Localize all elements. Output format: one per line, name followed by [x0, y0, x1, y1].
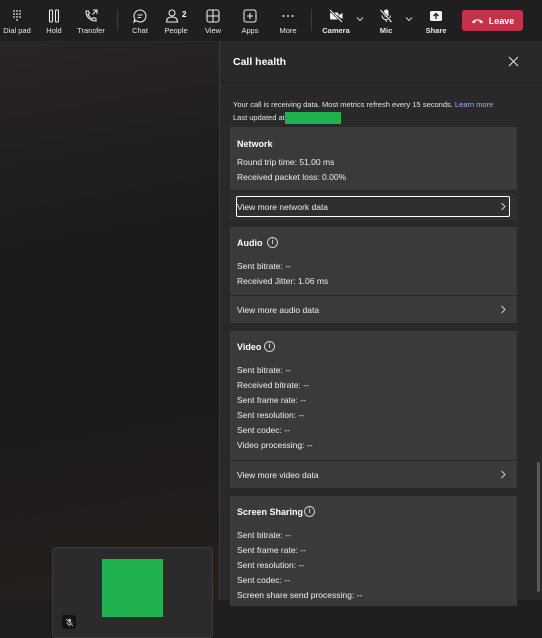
screen-sharing-section: Screen Sharing i Sent bitrate: -- Sent f… [230, 496, 517, 606]
people-count-badge: 2 [182, 10, 187, 19]
chevron-right-icon [501, 305, 506, 314]
view-more-video-button[interactable]: View more video data [230, 460, 517, 488]
mic-label: Mic [379, 26, 393, 35]
dialpad-icon [2, 4, 32, 26]
panel-title: Call health [233, 56, 287, 68]
view-more-video-label: View more video data [237, 470, 319, 480]
view-label: View [204, 26, 222, 35]
camera-options-chevron-icon[interactable] [355, 14, 365, 24]
self-video-placeholder [102, 559, 163, 617]
toolbar-divider [311, 9, 312, 31]
leave-label: Leave [488, 15, 515, 26]
share-send-processing: Screen share send processing: -- [237, 590, 363, 600]
view-icon [202, 4, 224, 26]
apps-button[interactable]: Apps [238, 4, 262, 38]
leave-button[interactable]: Leave [462, 10, 523, 31]
learn-more-link[interactable]: Learn more [455, 100, 493, 109]
mic-button[interactable]: Mic [374, 4, 398, 38]
video-sent-frame-rate: Sent frame rate: -- [237, 395, 306, 405]
view-more-network-label: View more network data [237, 202, 329, 212]
share-label: Share [425, 26, 447, 35]
transfer-button[interactable]: Transfer [76, 4, 106, 38]
mic-muted-badge [62, 615, 76, 629]
hold-label: Hold [46, 26, 62, 35]
share-sent-resolution: Sent resolution: -- [237, 560, 305, 570]
round-trip-time: Round trip time: 51.00 ms [237, 157, 335, 167]
share-sent-bitrate: Sent bitrate: -- [237, 530, 291, 540]
more-icon [276, 4, 300, 26]
video-processing: Video processing: -- [237, 440, 313, 450]
more-button[interactable]: More [276, 4, 300, 38]
view-more-network-button[interactable]: View more network data [230, 192, 517, 220]
video-sent-resolution: Sent resolution: -- [237, 410, 305, 420]
info-icon[interactable]: i [264, 341, 275, 352]
camera-label: Camera [322, 26, 350, 35]
camera-button[interactable]: Camera [322, 4, 350, 38]
received-packet-loss: Received packet loss: 0.00% [237, 172, 347, 182]
close-icon[interactable] [507, 55, 520, 68]
refresh-info-text: Your call is receiving data. Most metric… [233, 100, 453, 109]
camera-off-icon [322, 4, 350, 26]
phone-hangup-icon [471, 18, 483, 23]
video-section: Video i Sent bitrate: -- Received bitrat… [230, 331, 517, 460]
network-title: Network [237, 139, 273, 149]
audio-received-jitter: Received Jitter: 1.06 ms [237, 276, 329, 286]
audio-section: Audio i Sent bitrate: -- Received Jitter… [230, 227, 517, 295]
more-label: More [279, 26, 297, 35]
hold-button[interactable]: Hold [42, 4, 66, 38]
chat-label: Chat [132, 26, 148, 35]
meeting-stage [0, 42, 219, 638]
call-health-panel: Call health Your call is receiving data.… [219, 42, 542, 606]
network-section: Network Round trip time: 51.00 ms Receiv… [230, 127, 517, 190]
video-sent-bitrate: Sent bitrate: -- [237, 365, 291, 375]
video-title: Video [237, 342, 262, 352]
dial-pad-label: Dial pad [3, 26, 31, 35]
toolbar-divider [117, 9, 118, 31]
share-sent-frame-rate: Sent frame rate: -- [237, 545, 306, 555]
panel-scrollbar[interactable] [537, 462, 540, 592]
chat-icon [128, 4, 152, 26]
video-sent-codec: Sent codec: -- [237, 425, 290, 435]
screen-sharing-title: Screen Sharing [237, 507, 304, 517]
transfer-icon [76, 4, 106, 26]
audio-title: Audio [237, 238, 263, 248]
info-icon[interactable]: i [304, 506, 315, 517]
chevron-right-icon [501, 470, 506, 479]
refresh-info: Your call is receiving data. Most metric… [233, 98, 518, 125]
self-video-tile[interactable] [52, 547, 213, 638]
mic-off-icon [65, 618, 73, 626]
view-button[interactable]: View [202, 4, 224, 38]
apps-label: Apps [241, 26, 259, 35]
last-updated-value [284, 112, 341, 125]
view-more-audio-button[interactable]: View more audio data [230, 295, 517, 323]
share-button[interactable]: Share [424, 4, 448, 38]
panel-header: Call health [220, 42, 542, 83]
pause-icon [42, 4, 66, 26]
mic-options-chevron-icon[interactable] [404, 14, 414, 24]
audio-sent-bitrate: Sent bitrate: -- [237, 261, 291, 271]
people-label: People [164, 26, 188, 35]
dial-pad-button[interactable]: Dial pad [2, 4, 32, 38]
call-toolbar: Dial pad Hold Transfer Chat People 2 Vie… [0, 0, 542, 42]
share-icon [424, 4, 448, 26]
transfer-label: Transfer [77, 26, 105, 35]
chevron-right-icon [501, 202, 506, 211]
info-icon[interactable]: i [267, 237, 278, 248]
view-more-audio-label: View more audio data [237, 305, 320, 315]
mic-off-icon [374, 4, 398, 26]
chat-button[interactable]: Chat [128, 4, 152, 38]
share-sent-codec: Sent codec: -- [237, 575, 290, 585]
apps-icon [238, 4, 262, 26]
video-received-bitrate: Received bitrate: -- [237, 380, 309, 390]
last-updated-label: Last updated at [233, 113, 285, 122]
